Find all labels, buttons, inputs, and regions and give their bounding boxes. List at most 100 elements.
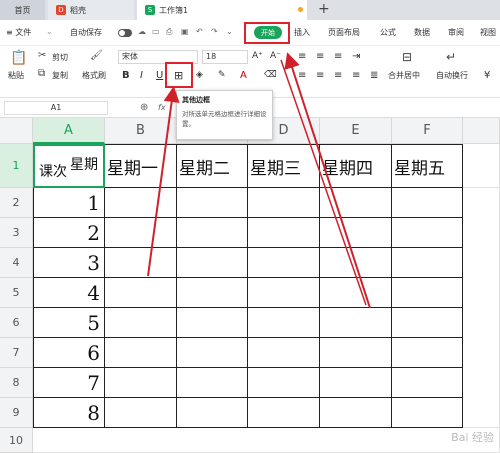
lesson-number-cell[interactable]: 4	[33, 278, 105, 308]
format-painter-icon[interactable]: 🖌	[90, 50, 103, 61]
cell[interactable]	[392, 338, 463, 368]
align-right-icon[interactable]: ≡	[334, 70, 342, 81]
cut-button[interactable]: 剪切	[52, 52, 68, 63]
cell[interactable]	[105, 218, 177, 248]
cell[interactable]	[177, 338, 248, 368]
row-header-4[interactable]: 4	[0, 248, 33, 278]
cloud-icon[interactable]: ☁	[138, 27, 146, 36]
cell[interactable]	[105, 368, 177, 398]
column-header-e[interactable]: E	[320, 118, 392, 144]
eraser-icon[interactable]: ⌫	[264, 70, 277, 80]
cell[interactable]	[248, 308, 320, 338]
weekday-header-cell[interactable]: 星期一	[105, 144, 177, 188]
chevron-down-icon[interactable]: ⌄	[46, 27, 53, 36]
cell[interactable]	[33, 428, 500, 453]
cell[interactable]	[105, 248, 177, 278]
weekday-header-cell[interactable]: 星期五	[392, 144, 463, 188]
tab-view[interactable]: 视图	[480, 27, 496, 38]
merge-center-button[interactable]: 合并居中	[388, 70, 420, 81]
copy-icon[interactable]: ⧉	[38, 68, 45, 79]
tab-data[interactable]: 数据	[414, 27, 430, 38]
menu-file[interactable]: ≡ 文件	[6, 27, 31, 38]
highlight-icon[interactable]: ✎	[218, 70, 226, 80]
cell[interactable]	[105, 398, 177, 428]
align-middle-icon[interactable]: ≡	[316, 51, 324, 62]
cell[interactable]	[105, 338, 177, 368]
cell[interactable]	[392, 248, 463, 278]
diagonal-header-cell[interactable]: 星期 课次	[33, 144, 105, 188]
lesson-number-cell[interactable]: 1	[33, 188, 105, 218]
underline-icon[interactable]: U	[156, 70, 163, 81]
align-center-icon[interactable]: ≡	[316, 70, 324, 81]
column-header-f[interactable]: F	[392, 118, 463, 144]
cell[interactable]	[248, 188, 320, 218]
cell[interactable]	[248, 338, 320, 368]
lesson-number-cell[interactable]: 3	[33, 248, 105, 278]
cell[interactable]	[320, 218, 392, 248]
row-header-9[interactable]: 9	[0, 398, 33, 428]
row-header-3[interactable]: 3	[0, 218, 33, 248]
save-icon[interactable]: ▭	[152, 27, 160, 36]
row-header-6[interactable]: 6	[0, 308, 33, 338]
cell[interactable]	[248, 218, 320, 248]
select-all-corner[interactable]	[0, 118, 33, 144]
column-header-a[interactable]: A	[33, 118, 105, 144]
tab-insert[interactable]: 插入	[294, 27, 310, 38]
cell[interactable]	[320, 188, 392, 218]
cell[interactable]	[320, 338, 392, 368]
cell[interactable]	[248, 278, 320, 308]
align-left-icon[interactable]: ≡	[298, 70, 306, 81]
font-shrink-icon[interactable]: A⁻	[270, 51, 281, 61]
cell[interactable]	[392, 308, 463, 338]
row-header-2[interactable]: 2	[0, 188, 33, 218]
cell[interactable]	[392, 398, 463, 428]
distribute-icon[interactable]: ≣	[370, 70, 378, 81]
new-tab-button[interactable]: +	[318, 1, 330, 17]
bold-icon[interactable]: B	[122, 70, 130, 81]
cell[interactable]	[392, 218, 463, 248]
paste-label[interactable]: 粘贴	[8, 70, 24, 81]
tab-review[interactable]: 审阅	[448, 27, 464, 38]
weekday-header-cell[interactable]: 星期三	[248, 144, 320, 188]
tab-daoke[interactable]: D 稻壳	[48, 0, 134, 20]
cell[interactable]	[392, 188, 463, 218]
cell[interactable]	[177, 368, 248, 398]
cut-icon[interactable]: ✂	[38, 50, 46, 61]
format-painter-button[interactable]: 格式刷	[82, 70, 106, 81]
cell[interactable]	[177, 308, 248, 338]
lesson-number-cell[interactable]: 5	[33, 308, 105, 338]
merge-center-icon[interactable]: ⊟	[402, 50, 412, 64]
wrap-text-button[interactable]: 自动换行	[436, 70, 468, 81]
cell[interactable]	[320, 368, 392, 398]
row-header-7[interactable]: 7	[0, 338, 33, 368]
italic-icon[interactable]: I	[140, 70, 143, 81]
cell[interactable]	[248, 368, 320, 398]
undo-icon[interactable]: ↶	[196, 27, 203, 36]
tab-page-layout[interactable]: 页面布局	[328, 27, 360, 38]
cell[interactable]	[463, 188, 500, 428]
copy-button[interactable]: 复制	[52, 70, 68, 81]
tab-workbook[interactable]: S 工作簿1	[137, 0, 307, 20]
cell[interactable]	[320, 308, 392, 338]
cell[interactable]	[105, 308, 177, 338]
currency-button[interactable]: ¥	[484, 70, 490, 81]
justify-icon[interactable]: ≡	[352, 70, 360, 81]
font-color-icon[interactable]: A	[240, 70, 247, 81]
column-header-g[interactable]	[463, 118, 500, 144]
cell[interactable]	[105, 188, 177, 218]
font-size-select[interactable]: 18	[202, 50, 248, 64]
lesson-number-cell[interactable]: 6	[33, 338, 105, 368]
paste-icon[interactable]: 📋	[10, 50, 27, 66]
row-header-1[interactable]: 1	[0, 144, 33, 188]
weekday-header-cell[interactable]: 星期四	[320, 144, 392, 188]
tab-formula[interactable]: 公式	[380, 27, 396, 38]
fx-icon[interactable]: fx	[158, 103, 166, 112]
row-header-5[interactable]: 5	[0, 278, 33, 308]
font-grow-icon[interactable]: A⁺	[252, 51, 263, 61]
lesson-number-cell[interactable]: 7	[33, 368, 105, 398]
cell[interactable]	[320, 278, 392, 308]
align-bottom-icon[interactable]: ≡	[334, 51, 342, 62]
cell[interactable]	[463, 144, 500, 188]
cell[interactable]	[177, 248, 248, 278]
wrap-text-icon[interactable]: ↵	[446, 50, 456, 64]
